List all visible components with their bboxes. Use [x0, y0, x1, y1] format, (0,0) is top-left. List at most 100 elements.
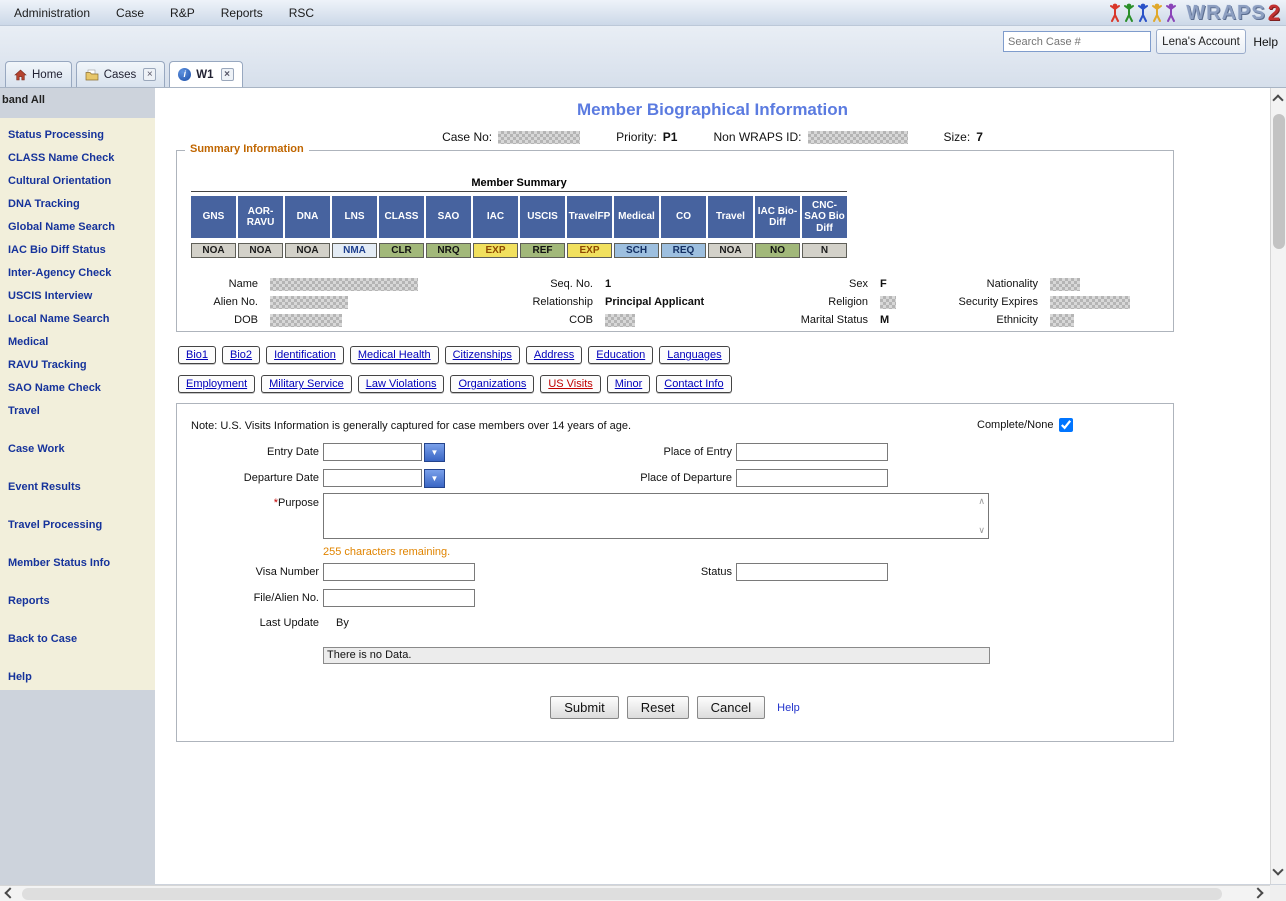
tab-law-violations[interactable]: Law Violations [358, 375, 445, 393]
scroll-down-arrow-icon[interactable] [1272, 864, 1283, 875]
member-details-grid: Name Seq. No. 1 Sex F Nationality Alien … [181, 275, 1130, 329]
purpose-textarea[interactable]: ∧ ∨ [323, 493, 989, 539]
sidebar-item-sao-name-check[interactable]: SAO Name Check [0, 377, 155, 400]
sidebar-item-class-name-check[interactable]: CLASS Name Check [0, 147, 155, 170]
sidebar-item-global-name-search[interactable]: Global Name Search [0, 216, 155, 239]
sidebar-item-reports[interactable]: Reports [0, 590, 155, 613]
summary-header-travelfp: TravelFP [567, 196, 612, 238]
summary-header-travel: Travel [708, 196, 753, 238]
sidebar-item-help[interactable]: Help [0, 666, 155, 689]
menu-rsc[interactable]: RSC [289, 6, 314, 20]
sidebar-item-travel-processing[interactable]: Travel Processing [0, 514, 155, 537]
vertical-scrollbar[interactable] [1270, 88, 1286, 884]
cancel-button[interactable]: Cancel [697, 696, 765, 719]
scroll-left-arrow-icon[interactable] [4, 887, 15, 898]
close-icon[interactable]: × [143, 68, 156, 81]
search-case-input[interactable] [1003, 31, 1151, 52]
tab-education[interactable]: Education [588, 346, 653, 364]
status-badge-iac: EXP [473, 243, 518, 258]
tab-minor[interactable]: Minor [607, 375, 651, 393]
sidebar-item-uscis-interview[interactable]: USCIS Interview [0, 285, 155, 308]
sex-value: F [876, 278, 946, 290]
help-link-top[interactable]: Help [1253, 35, 1278, 49]
complete-none-checkbox[interactable] [1059, 418, 1073, 432]
status-input[interactable] [736, 563, 888, 581]
form-help-link[interactable]: Help [777, 702, 800, 714]
redacted-cob [605, 314, 635, 327]
scroll-down-icon: ∨ [978, 526, 985, 535]
sidebar-item-local-name-search[interactable]: Local Name Search [0, 308, 155, 331]
redacted-case-no [498, 131, 580, 144]
scroll-right-arrow-icon[interactable] [1252, 887, 1263, 898]
menu-administration[interactable]: Administration [14, 6, 90, 20]
redacted-name [270, 278, 418, 291]
tab-languages[interactable]: Languages [659, 346, 729, 364]
summary-header-aor-ravu: AOR-RAVU [238, 196, 283, 238]
sidebar-item-medical[interactable]: Medical [0, 331, 155, 354]
close-icon[interactable]: × [221, 68, 234, 81]
tab-us-visits[interactable]: US Visits [540, 375, 600, 393]
menu-rp[interactable]: R&P [170, 6, 195, 20]
purpose-label: *Purpose [189, 497, 319, 509]
sidebar-item-status-processing[interactable]: Status Processing [0, 124, 155, 147]
tab-cases-label: Cases [104, 69, 137, 81]
departure-date-calendar-button[interactable]: ▼ [424, 469, 445, 488]
horizontal-scrollbar-thumb[interactable] [22, 888, 1222, 900]
tab-organizations[interactable]: Organizations [450, 375, 534, 393]
tab-bio2[interactable]: Bio2 [222, 346, 260, 364]
menu-case[interactable]: Case [116, 6, 144, 20]
sidebar-item-inter-agency-check[interactable]: Inter-Agency Check [0, 262, 155, 285]
menu-reports[interactable]: Reports [221, 6, 263, 20]
tab-citizenships[interactable]: Citizenships [445, 346, 520, 364]
submit-button[interactable]: Submit [550, 696, 618, 719]
menubar: Administration Case R&P Reports RSC WRAP… [0, 0, 1286, 26]
status-badge-co: REQ [661, 243, 706, 258]
sidebar-item-back-to-case[interactable]: Back to Case [0, 628, 155, 651]
form-buttons: Submit Reset Cancel Help [177, 696, 1173, 719]
tab-medical-health[interactable]: Medical Health [350, 346, 439, 364]
tab-employment[interactable]: Employment [178, 375, 255, 393]
us-visits-form: Note: U.S. Visits Information is general… [176, 403, 1174, 742]
sidebar-item-case-work[interactable]: Case Work [0, 438, 155, 461]
tab-contact-info[interactable]: Contact Info [656, 375, 731, 393]
tab-w1[interactable]: i W1 × [169, 61, 242, 87]
file-alien-input[interactable] [323, 589, 475, 607]
sidebar-item-cultural-orientation[interactable]: Cultural Orientation [0, 170, 155, 193]
entry-date-calendar-button[interactable]: ▼ [424, 443, 445, 462]
tab-home-label: Home [32, 69, 63, 81]
sidebar-item-iac-bio-diff-status[interactable]: IAC Bio Diff Status [0, 239, 155, 262]
summary-header-lns: LNS [332, 196, 377, 238]
status-badge-travel: NOA [708, 243, 753, 258]
account-button[interactable]: Lena's Account [1156, 29, 1246, 54]
sidebar-item-member-status-info[interactable]: Member Status Info [0, 552, 155, 575]
status-label: Status [612, 566, 732, 578]
reset-button[interactable]: Reset [627, 696, 689, 719]
status-badge-lns: NMA [332, 243, 377, 258]
cases-folder-icon [85, 69, 99, 81]
scrollbar-corner [1270, 885, 1286, 901]
last-update-label: Last Update [189, 617, 319, 629]
scroll-up-arrow-icon[interactable] [1272, 94, 1283, 105]
place-of-entry-input[interactable] [736, 443, 888, 461]
tab-military-service[interactable]: Military Service [261, 375, 352, 393]
expand-all-link[interactable]: band All [2, 94, 45, 106]
vertical-scrollbar-thumb[interactable] [1273, 114, 1285, 249]
entry-date-input[interactable] [323, 443, 422, 461]
tab-identification[interactable]: Identification [266, 346, 344, 364]
sidebar-item-ravu-tracking[interactable]: RAVU Tracking [0, 354, 155, 377]
summary-header-sao: SAO [426, 196, 471, 238]
logo-number: 2 [1268, 0, 1280, 26]
sidebar-item-dna-tracking[interactable]: DNA Tracking [0, 193, 155, 216]
tab-address[interactable]: Address [526, 346, 582, 364]
tab-cases[interactable]: Cases × [76, 61, 166, 87]
visa-number-input[interactable] [323, 563, 475, 581]
tab-home[interactable]: Home [5, 61, 72, 87]
sidebar-item-event-results[interactable]: Event Results [0, 476, 155, 499]
departure-date-input[interactable] [323, 469, 422, 487]
status-badge-aor-ravu: NOA [238, 243, 283, 258]
sidebar-item-travel[interactable]: Travel [0, 400, 155, 423]
place-of-departure-input[interactable] [736, 469, 888, 487]
tab-bio1[interactable]: Bio1 [178, 346, 216, 364]
chevron-down-icon: ▼ [431, 448, 439, 457]
horizontal-scrollbar[interactable] [0, 885, 1270, 901]
